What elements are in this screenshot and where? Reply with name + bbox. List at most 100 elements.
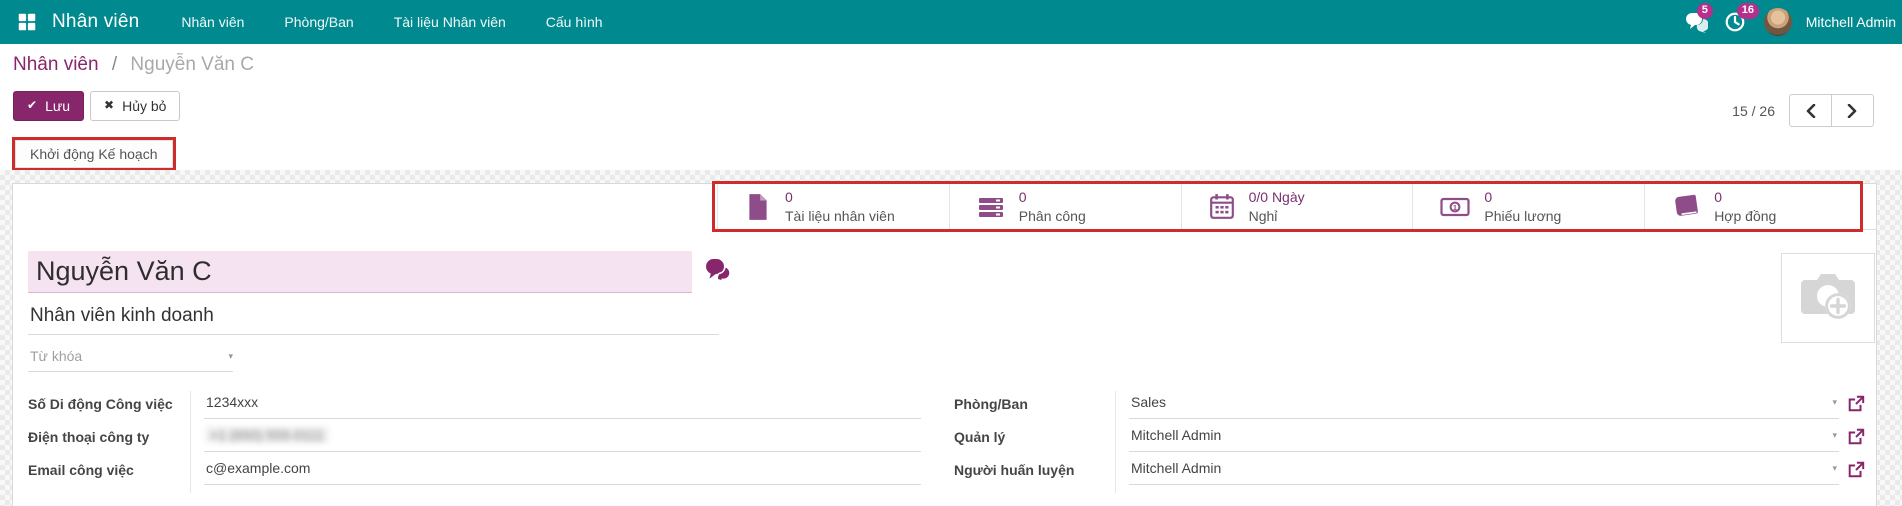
top-navbar: Nhân viên Nhân viên Phòng/Ban Tài liệu N… [0,0,1902,44]
chevron-down-icon: ▾ [1832,462,1837,473]
pager-next-button[interactable] [1831,94,1874,127]
navbar-menu: Nhân viên Phòng/Ban Tài liệu Nhân viên C… [181,14,602,30]
tags-input[interactable]: Từ khóa ▾ [28,345,233,372]
work-mobile-value: 1234xxx [206,394,259,410]
pager-previous-button[interactable] [1789,94,1832,127]
navbar-right: 5 16 Mitchell Admin [1684,3,1902,36]
field-separator-right [1115,391,1116,493]
chevron-down-icon: ▾ [228,350,233,361]
stat-button-row: 0 Tài liệu nhân viên 0 Phân công 0/0 Ngà… [717,184,1876,230]
discard-button-label: Hủy bỏ [122,98,167,114]
svg-text:1: 1 [1453,203,1457,212]
employee-form-screen: Nhân viên Nhân viên Phòng/Ban Tài liệu N… [0,0,1902,506]
pager-buttons [1789,94,1874,127]
department-value: Sales [1131,394,1167,410]
stat-button-contracts[interactable]: 0 Hợp đồng [1644,184,1876,229]
work-email-value: c@example.com [206,460,311,476]
employee-name-input[interactable]: Nguyễn Văn C [28,251,692,293]
annotation-box-launch-plan: Khởi động Kế hoạch [12,137,176,171]
close-icon: ✖ [104,98,115,113]
work-email-input[interactable]: c@example.com [204,460,921,485]
breadcrumb-parent-link[interactable]: Nhân viên [13,54,99,75]
menu-item-employee-documents[interactable]: Tài liệu Nhân viên [394,14,506,30]
user-avatar[interactable] [1763,8,1792,36]
field-label-work-phone: Điện thoại công ty [28,429,150,445]
employee-form-sheet: 0 Tài liệu nhân viên 0 Phân công 0/0 Ngà… [12,181,1877,506]
field-label-work-email: Email công việc [28,462,134,478]
stat-text: 0 Phân công [1019,188,1086,224]
save-button-label: Lưu [45,98,71,114]
manager-value: Mitchell Admin [1131,427,1222,443]
internal-link-icon[interactable] [1847,395,1865,413]
chatter-bubbles-icon[interactable] [703,257,733,288]
stat-label: Tài liệu nhân viên [785,207,895,224]
stat-value: 0 [785,189,793,206]
field-label-coach: Người huấn luyện [954,462,1075,478]
coach-select[interactable]: Mitchell Admin ▾ [1129,460,1839,485]
stat-label: Phân công [1018,207,1086,224]
camera-plus-icon [1801,274,1855,319]
field-label-manager: Quản lý [954,429,1006,445]
discard-button[interactable]: ✖ Hủy bỏ [90,91,181,122]
coach-value: Mitchell Admin [1131,460,1222,476]
user-menu[interactable]: Mitchell Admin [1806,14,1896,30]
launch-plan-button[interactable]: Khởi động Kế hoạch [15,140,173,168]
stat-text: 0 Hợp đồng [1714,188,1776,224]
stat-value: 0 [1018,189,1027,206]
stat-label: Phiếu lương [1484,207,1562,224]
department-select[interactable]: Sales ▾ [1129,394,1839,419]
form-buttons: ✔ Lưu ✖ Hủy bỏ [13,91,181,122]
check-icon: ✔ [27,98,38,113]
field-label-department: Phòng/Ban [954,396,1028,412]
breadcrumb: Nhân viên / Nguyễn Văn C [13,54,254,76]
app-title[interactable]: Nhân viên [52,11,139,33]
work-phone-input[interactable]: +1 (650) 555-0111 [204,427,921,452]
tags-placeholder: Từ khóa [30,348,83,364]
control-panel: Nhân viên / Nguyễn Văn C ✔ Lưu ✖ Hủy bỏ … [0,44,1902,171]
menu-item-departments[interactable]: Phòng/Ban [284,14,353,30]
book-icon [1675,194,1699,216]
work-phone-value-redacted: +1 (650) 555-0111 [206,427,328,443]
breadcrumb-separator: / [111,54,118,75]
field-separator-left [190,391,191,493]
internal-link-icon[interactable] [1847,461,1865,479]
messages-badge: 5 [1696,3,1713,19]
navbar-left: Nhân viên Nhân viên Phòng/Ban Tài liệu N… [0,11,603,33]
job-title-input[interactable]: Nhân viên kinh doanh [28,303,719,335]
stat-value: 0/0 Ngày [1248,189,1305,206]
breadcrumb-current: Nguyễn Văn C [130,54,254,75]
stat-label: Hợp đồng [1714,207,1777,224]
stat-button-time-off[interactable]: 0/0 Ngày Nghỉ [1180,184,1413,229]
save-button[interactable]: ✔ Lưu [13,91,85,122]
calendar-icon [1209,194,1234,219]
field-label-work-mobile: Số Di động Công việc [28,396,173,412]
messages-icon[interactable]: 5 [1684,3,1713,33]
chevron-down-icon: ▾ [1832,396,1837,407]
stat-text: 0 Phiếu lương [1484,188,1561,224]
stat-text: 0/0 Ngày Nghỉ [1249,188,1305,224]
content-area: 0 Tài liệu nhân viên 0 Phân công 0/0 Ngà… [0,170,1902,506]
pager-value: 15 / 26 [1732,102,1775,119]
activities-clock-icon[interactable]: 16 [1724,3,1759,33]
record-pager: 15 / 26 [1732,94,1874,127]
employee-photo-upload[interactable] [1781,253,1875,343]
stat-value: 0 [1714,189,1722,206]
apps-grid-icon[interactable] [16,11,38,33]
banknote-icon: 1 [1440,197,1470,216]
menu-item-configuration[interactable]: Cấu hình [546,14,603,30]
chevron-left-icon [1806,103,1816,118]
work-mobile-input[interactable]: 1234xxx [204,394,921,419]
activities-badge: 16 [1736,3,1759,19]
manager-select[interactable]: Mitchell Admin ▾ [1129,427,1839,452]
stat-button-documents[interactable]: 0 Tài liệu nhân viên [717,184,949,229]
stat-text: 0 Tài liệu nhân viên [785,188,895,224]
stat-button-payslips[interactable]: 1 0 Phiếu lương [1412,184,1645,229]
chevron-right-icon [1847,103,1857,118]
stat-button-assignments[interactable]: 0 Phân công [948,184,1181,229]
menu-item-employees[interactable]: Nhân viên [181,14,244,30]
stat-value: 0 [1484,189,1493,206]
document-icon [749,193,767,220]
list-stack-icon [978,197,1003,217]
internal-link-icon[interactable] [1847,428,1865,446]
stat-label: Nghỉ [1248,207,1278,224]
